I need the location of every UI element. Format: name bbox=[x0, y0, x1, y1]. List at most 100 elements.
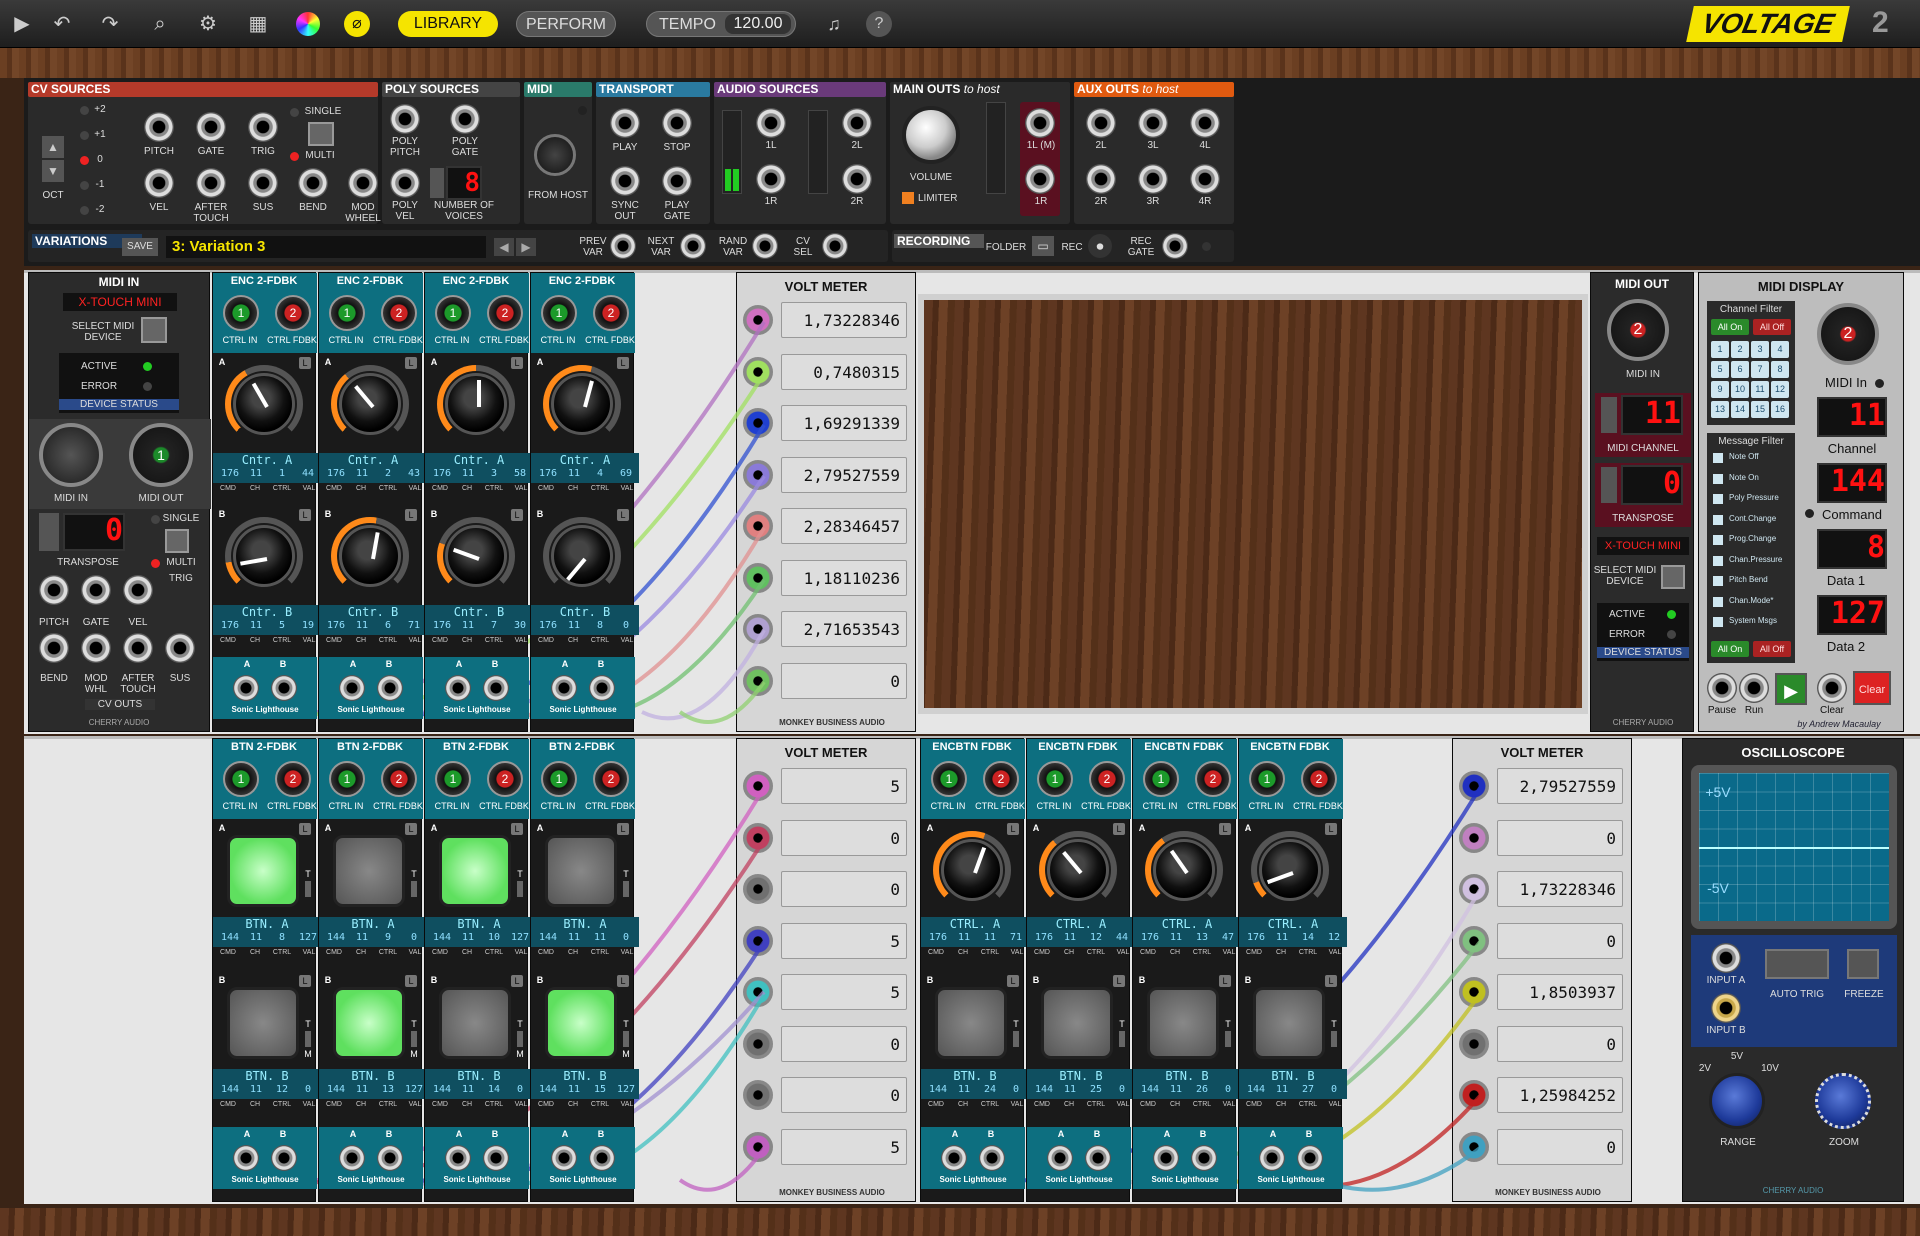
next-var-jack[interactable] bbox=[680, 233, 706, 259]
vel-jack[interactable] bbox=[144, 168, 174, 198]
ctrl-fdbk-knob[interactable]: 2 bbox=[1195, 761, 1231, 797]
encoder-b-knob[interactable] bbox=[551, 525, 613, 587]
channel-toggle-7[interactable]: 7 bbox=[1751, 361, 1769, 378]
jack-b[interactable] bbox=[377, 675, 403, 701]
modwheel-jack[interactable] bbox=[348, 168, 378, 198]
jack-a[interactable] bbox=[551, 675, 577, 701]
jack-a[interactable] bbox=[1259, 1145, 1285, 1171]
latch-icon[interactable]: L bbox=[617, 357, 629, 369]
toggle-switch[interactable] bbox=[623, 881, 629, 897]
ctrl-in-knob[interactable]: 1 bbox=[1249, 761, 1285, 797]
pitch-jack[interactable] bbox=[144, 112, 174, 142]
jack-a[interactable] bbox=[941, 1145, 967, 1171]
gate-jack[interactable] bbox=[81, 575, 111, 605]
button-b-pad[interactable] bbox=[439, 987, 511, 1059]
play-gate-jack[interactable] bbox=[662, 166, 692, 196]
oct-down-button[interactable]: ▼ bbox=[42, 160, 64, 182]
jack-a[interactable] bbox=[445, 675, 471, 701]
volt-input-jack[interactable] bbox=[1459, 771, 1489, 801]
latch-icon[interactable]: L bbox=[405, 823, 417, 835]
play-icon[interactable]: ▶ bbox=[6, 8, 38, 40]
jack-a[interactable] bbox=[1153, 1145, 1179, 1171]
volt-input-jack[interactable] bbox=[743, 977, 773, 1007]
tempo-control[interactable]: TEMPO 120.00 bbox=[646, 11, 796, 37]
range-knob[interactable] bbox=[1709, 1073, 1765, 1129]
save-variation-button[interactable]: SAVE bbox=[122, 238, 158, 256]
ctrl-in-knob[interactable]: 1 bbox=[541, 761, 577, 797]
button-b-pad[interactable] bbox=[1041, 987, 1113, 1059]
aux-3l-jack[interactable] bbox=[1138, 108, 1168, 138]
volt-input-jack[interactable] bbox=[743, 665, 773, 696]
jack-b[interactable] bbox=[377, 1145, 403, 1171]
sus-jack[interactable] bbox=[165, 633, 195, 663]
jack-b[interactable] bbox=[979, 1145, 1005, 1171]
channel-toggle-3[interactable]: 3 bbox=[1751, 341, 1769, 358]
run-jack[interactable] bbox=[1739, 673, 1769, 703]
cable-toggle-icon[interactable]: ⌀ bbox=[344, 11, 370, 37]
volt-input-jack[interactable] bbox=[743, 305, 773, 335]
toggle-switch[interactable] bbox=[305, 1031, 311, 1047]
encoder-a-knob[interactable] bbox=[941, 839, 1003, 901]
button-b-pad[interactable] bbox=[545, 987, 617, 1059]
ctrl-in-knob[interactable]: 1 bbox=[329, 761, 365, 797]
modwhl-jack[interactable] bbox=[81, 633, 111, 663]
toggle-switch[interactable] bbox=[517, 1031, 523, 1047]
tempo-value[interactable]: 120.00 bbox=[725, 14, 791, 34]
latch-icon[interactable]: L bbox=[1113, 975, 1125, 987]
rand-var-jack[interactable] bbox=[752, 233, 778, 259]
poly-gate-jack[interactable] bbox=[450, 104, 480, 134]
toggle-switch[interactable] bbox=[411, 881, 417, 897]
volt-input-jack[interactable] bbox=[1459, 1131, 1489, 1162]
latch-icon[interactable]: L bbox=[511, 975, 523, 987]
latch-icon[interactable]: L bbox=[405, 975, 417, 987]
jack-a[interactable] bbox=[445, 1145, 471, 1171]
jack-b[interactable] bbox=[589, 675, 615, 701]
volt-input-jack[interactable] bbox=[743, 874, 773, 904]
sus-jack[interactable] bbox=[248, 168, 278, 198]
volume-knob[interactable] bbox=[902, 106, 960, 164]
transpose-stepper[interactable] bbox=[39, 513, 59, 551]
button-a-pad[interactable] bbox=[545, 835, 617, 907]
latch-icon[interactable]: L bbox=[299, 357, 311, 369]
help-button[interactable]: ? bbox=[866, 11, 892, 37]
volt-input-jack[interactable] bbox=[743, 822, 773, 853]
message-checkbox[interactable] bbox=[1713, 473, 1723, 484]
zoom-icon[interactable]: ⌕ bbox=[144, 8, 176, 40]
message-checkbox[interactable] bbox=[1713, 576, 1723, 586]
encoder-a-knob[interactable] bbox=[233, 373, 295, 435]
play-jack[interactable] bbox=[610, 108, 640, 138]
aux-4l-jack[interactable] bbox=[1190, 108, 1220, 138]
channel-toggle-16[interactable]: 16 bbox=[1771, 401, 1789, 418]
volt-input-jack[interactable] bbox=[743, 614, 773, 644]
channel-toggle-14[interactable]: 14 bbox=[1731, 401, 1749, 418]
library-button[interactable]: LIBRARY bbox=[398, 11, 498, 37]
latch-icon[interactable]: L bbox=[1325, 823, 1337, 835]
cv-sel-jack[interactable] bbox=[822, 233, 848, 259]
encoder-b-knob[interactable] bbox=[233, 525, 295, 587]
encoder-b-knob[interactable] bbox=[339, 525, 401, 587]
latch-icon[interactable]: L bbox=[1219, 823, 1231, 835]
channel-toggle-1[interactable]: 1 bbox=[1711, 341, 1729, 358]
latch-icon[interactable]: L bbox=[405, 509, 417, 521]
volt-input-jack[interactable] bbox=[743, 356, 773, 387]
encoder-a-knob[interactable] bbox=[1153, 839, 1215, 901]
channel-toggle-8[interactable]: 8 bbox=[1771, 361, 1789, 378]
jack-b[interactable] bbox=[1085, 1145, 1111, 1171]
audio-1r-jack[interactable] bbox=[756, 164, 786, 194]
rec-gate-jack[interactable] bbox=[1162, 233, 1188, 259]
jack-a[interactable] bbox=[233, 675, 259, 701]
ctrl-in-knob[interactable]: 1 bbox=[329, 295, 365, 331]
input-b-jack[interactable] bbox=[1711, 993, 1741, 1023]
midi-out-port[interactable]: 1 bbox=[129, 423, 193, 487]
button-a-pad[interactable] bbox=[333, 835, 405, 907]
encoder-a-knob[interactable] bbox=[551, 373, 613, 435]
audio-1l-jack[interactable] bbox=[756, 108, 786, 138]
pitch-jack[interactable] bbox=[39, 575, 69, 605]
volt-input-jack[interactable] bbox=[743, 511, 773, 541]
toggle-switch[interactable] bbox=[623, 1031, 629, 1047]
jack-b[interactable] bbox=[483, 675, 509, 701]
ctrl-fdbk-knob[interactable]: 2 bbox=[593, 761, 629, 797]
poly-vel-jack[interactable] bbox=[390, 168, 420, 198]
vel-jack[interactable] bbox=[123, 575, 153, 605]
ctrl-fdbk-knob[interactable]: 2 bbox=[275, 761, 311, 797]
